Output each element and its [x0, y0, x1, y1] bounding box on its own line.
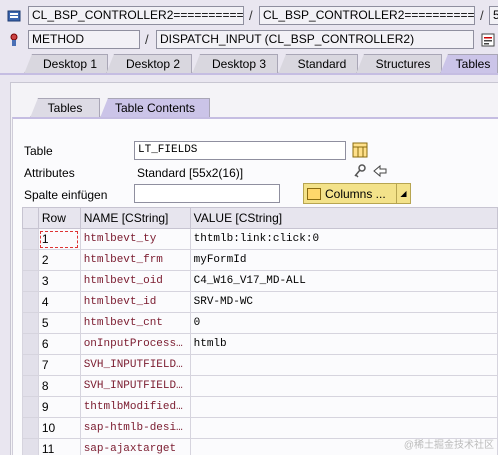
table-row[interactable]: 5 htmlbevt_cnt 0: [22, 312, 498, 334]
tab-tables[interactable]: Tables: [440, 54, 498, 74]
name-cell[interactable]: thtmlbModified…: [79, 396, 191, 418]
table-row[interactable]: 6 onInputProcess… htmlb: [22, 333, 498, 355]
class-name-field-2[interactable]: CL_BSP_CONTROLLER2===========...: [259, 6, 475, 25]
value-cell[interactable]: [189, 354, 498, 376]
class-icon: [6, 8, 22, 24]
name-cell[interactable]: onInputProcess…: [79, 333, 191, 355]
tab-desktop-2[interactable]: Desktop 2: [106, 54, 192, 74]
value-cell[interactable]: [189, 375, 498, 397]
dropdown-arrow-icon[interactable]: ◢: [396, 184, 410, 203]
row-number-cell[interactable]: 4: [37, 291, 81, 313]
table-label: Table: [24, 144, 53, 158]
row-selector[interactable]: [22, 333, 39, 355]
desktop-tabstrip: Desktop 1 Desktop 2 Desktop 3 Standard S…: [0, 54, 498, 74]
value-cell[interactable]: 0: [189, 312, 498, 334]
row-number-cell[interactable]: 5: [37, 312, 81, 334]
insert-column-input[interactable]: [134, 184, 280, 203]
breadcrumb: CL_BSP_CONTROLLER2===========... / CL_BS…: [0, 6, 498, 28]
row-number-cell[interactable]: 9: [37, 396, 81, 418]
tab-desktop-1[interactable]: Desktop 1: [24, 54, 108, 74]
class-name-field[interactable]: CL_BSP_CONTROLLER2===========...: [28, 6, 244, 25]
method-row: METHOD / DISPATCH_INPUT (CL_BSP_CONTROLL…: [0, 30, 498, 52]
navigate-icon[interactable]: [372, 163, 388, 179]
table-row[interactable]: 4 htmlbevt_id SRV-MD-WC: [22, 291, 498, 313]
path-separator: /: [145, 32, 149, 47]
tab-desktop-3[interactable]: Desktop 3: [192, 54, 278, 74]
attributes-value: Standard [55x2(16)]: [137, 166, 244, 180]
value-cell[interactable]: [189, 396, 498, 418]
row-number-cell[interactable]: 8: [37, 375, 81, 397]
value-cell[interactable]: C4_W16_V17_MD-ALL: [189, 270, 498, 292]
header-value[interactable]: VALUE [CString]: [189, 207, 498, 229]
row-number-cell[interactable]: 7: [37, 354, 81, 376]
name-cell[interactable]: SVH_INPUTFIELD…: [79, 375, 191, 397]
name-cell[interactable]: htmlbevt_oid: [79, 270, 191, 292]
row-selector[interactable]: [22, 375, 39, 397]
method-icon: [6, 32, 22, 48]
row-selector[interactable]: [22, 249, 39, 271]
key-icon[interactable]: [352, 163, 368, 179]
name-cell[interactable]: htmlbevt_id: [79, 291, 191, 313]
row-selector[interactable]: [22, 228, 39, 250]
trail-field[interactable]: 5: [489, 6, 498, 25]
row-number-cell[interactable]: 6: [37, 333, 81, 355]
path-separator: /: [249, 8, 253, 23]
row-selector[interactable]: [22, 270, 39, 292]
table-row[interactable]: 2 htmlbevt_frm myFormId: [22, 249, 498, 271]
row-selector[interactable]: [22, 417, 39, 439]
columns-button-label: Columns ...: [325, 186, 386, 201]
row-number-cell[interactable]: 1: [37, 228, 81, 250]
attributes-label: Attributes: [24, 166, 75, 180]
header-row[interactable]: Row: [37, 207, 81, 229]
table-row[interactable]: 8 SVH_INPUTFIELD…: [22, 375, 498, 397]
row-selector[interactable]: [22, 354, 39, 376]
table-row[interactable]: 3 htmlbevt_oid C4_W16_V17_MD-ALL: [22, 270, 498, 292]
tab-structures[interactable]: Structures: [356, 54, 442, 74]
row-selector[interactable]: [22, 312, 39, 334]
table-grid: Row NAME [CString] VALUE [CString] 1 html…: [22, 207, 498, 455]
tab-underline: [0, 73, 498, 75]
tab-table-contents[interactable]: Table Contents: [100, 98, 210, 118]
table-view-icon[interactable]: [352, 142, 368, 158]
row-number-cell[interactable]: 11: [37, 438, 81, 455]
table-row[interactable]: 9 thtmlbModified…: [22, 396, 498, 418]
table-header-row: Row NAME [CString] VALUE [CString]: [22, 207, 498, 229]
name-cell[interactable]: sap-htmlb-desi…: [79, 417, 191, 439]
row-selector[interactable]: [22, 396, 39, 418]
row-selector[interactable]: [22, 291, 39, 313]
value-cell[interactable]: thtmlb:link:click:0: [189, 228, 498, 250]
navigate-source-icon[interactable]: [480, 32, 496, 48]
value-cell[interactable]: myFormId: [189, 249, 498, 271]
row-number-cell[interactable]: 3: [37, 270, 81, 292]
tab-tables-sub[interactable]: Tables: [30, 98, 100, 118]
value-cell[interactable]: SRV-MD-WC: [189, 291, 498, 313]
row-selector[interactable]: [22, 438, 39, 455]
columns-button[interactable]: Columns ... ◢: [303, 183, 411, 204]
row-number-cell[interactable]: 10: [37, 417, 81, 439]
path-separator: /: [480, 8, 484, 23]
name-cell[interactable]: SVH_INPUTFIELD…: [79, 354, 191, 376]
name-cell[interactable]: htmlbevt_ty: [79, 228, 191, 250]
name-cell[interactable]: htmlbevt_cnt: [79, 312, 191, 334]
header-name[interactable]: NAME [CString]: [79, 207, 191, 229]
row-number-cell[interactable]: 2: [37, 249, 81, 271]
table-contents-grid: Row NAME [CString] VALUE [CString] 1 html…: [22, 207, 498, 455]
table-row[interactable]: 1 htmlbevt_ty thtmlb:link:click:0: [22, 228, 498, 250]
header-selector[interactable]: [22, 207, 39, 229]
value-cell[interactable]: htmlb: [189, 333, 498, 355]
name-cell[interactable]: htmlbevt_frm: [79, 249, 191, 271]
columns-grid-icon: [307, 187, 321, 200]
method-name-field[interactable]: DISPATCH_INPUT (CL_BSP_CONTROLLER2): [156, 30, 474, 49]
table-row[interactable]: 7 SVH_INPUTFIELD…: [22, 354, 498, 376]
table-name-input[interactable]: LT_FIELDS: [134, 141, 346, 160]
watermark: @稀土掘金技术社区: [403, 440, 494, 451]
method-label-field[interactable]: METHOD: [28, 30, 140, 49]
insert-column-label: Spalte einfügen: [24, 188, 108, 202]
tab-standard[interactable]: Standard: [278, 54, 358, 74]
name-cell[interactable]: sap-ajaxtarget: [79, 438, 191, 455]
